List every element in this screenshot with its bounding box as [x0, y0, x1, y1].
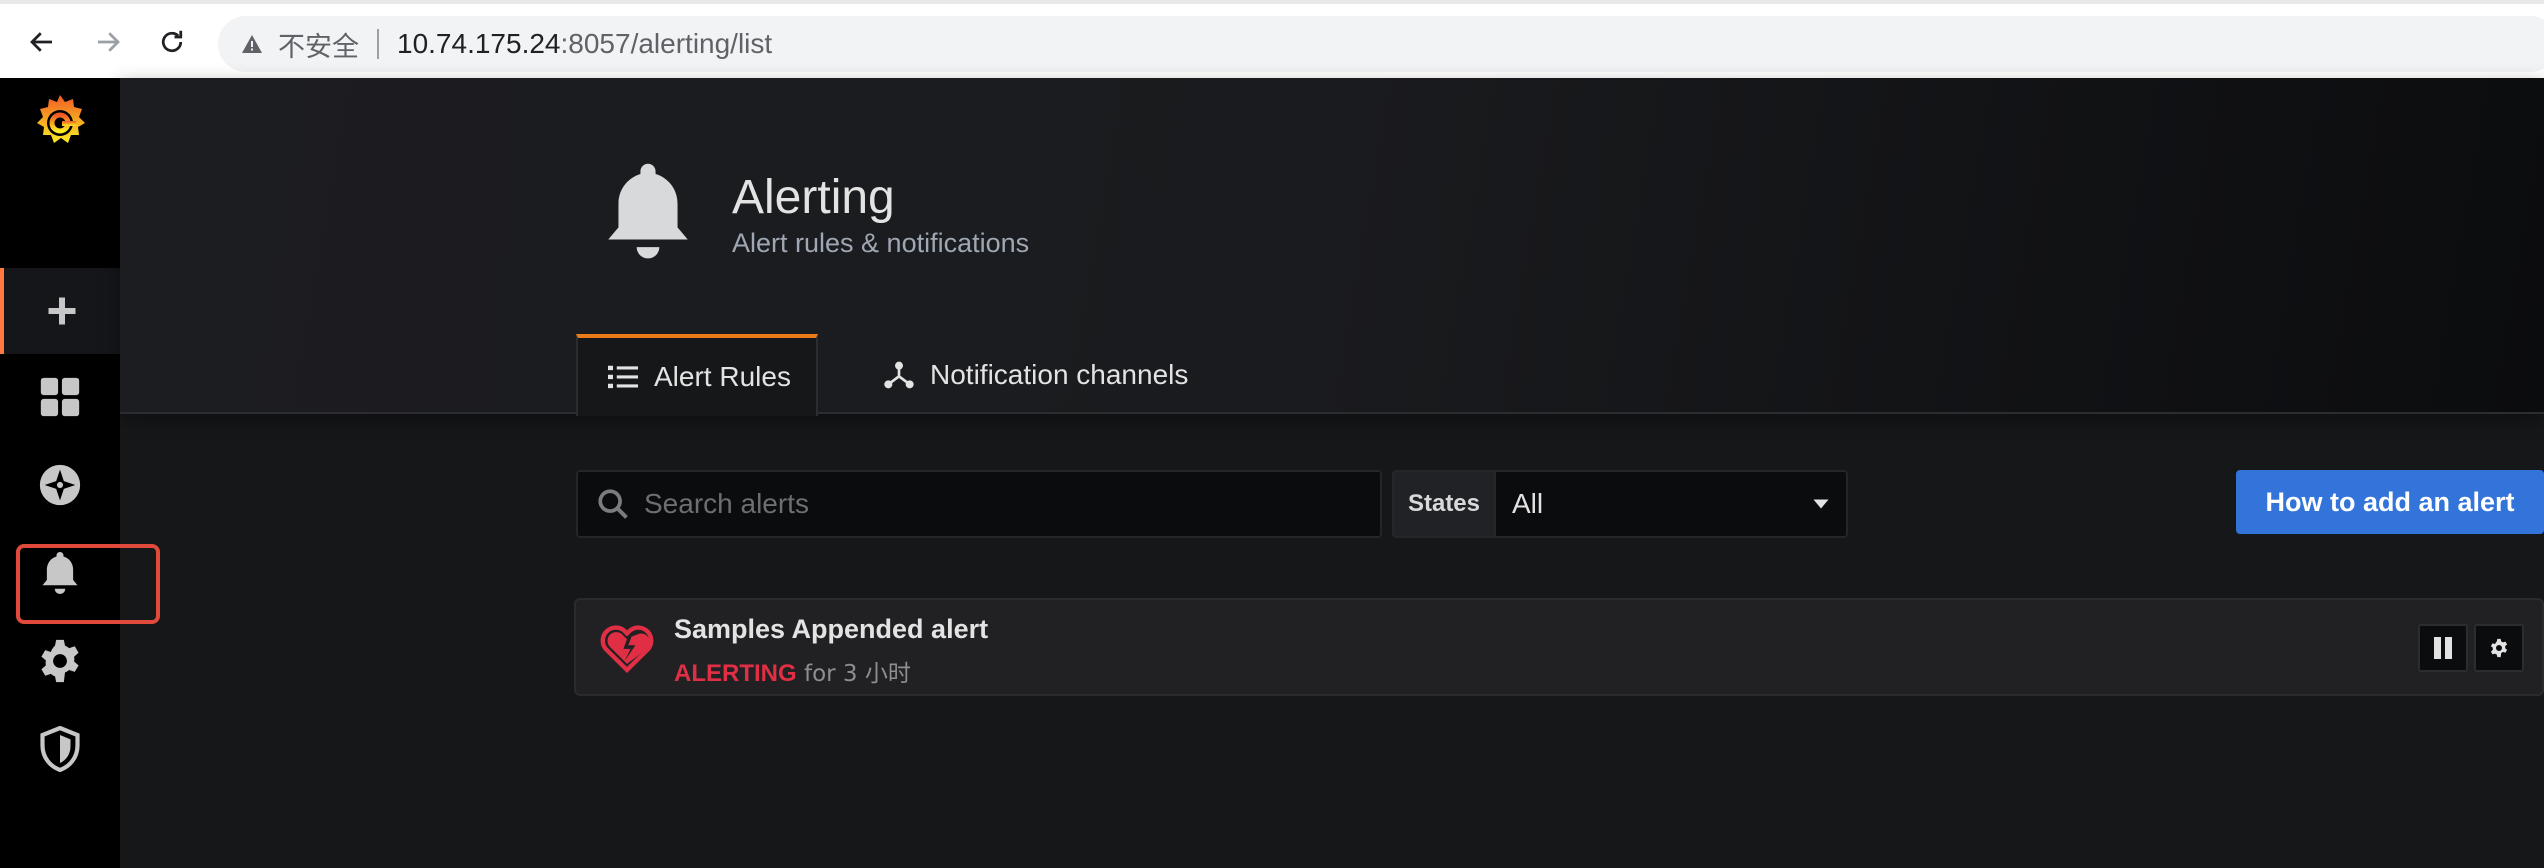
page-title: Alerting — [732, 171, 895, 224]
search-icon — [598, 489, 628, 519]
alert-list-item[interactable]: Samples Appended alert ALERTING for 3 小时 — [574, 598, 2544, 696]
back-button[interactable] — [18, 18, 66, 66]
warning-icon — [242, 35, 262, 53]
pause-icon — [2434, 637, 2452, 659]
browser-toolbar: 不安全 10.74.175.24 :8057/alerting/list — [0, 0, 2544, 78]
sidebar-item-configuration[interactable] — [0, 618, 120, 704]
broken-heart-icon — [600, 625, 654, 674]
back-arrow-icon — [30, 32, 52, 52]
alert-status-line: ALERTING for 3 小时 — [674, 654, 911, 688]
forward-arrow-icon — [98, 32, 120, 52]
search-box[interactable] — [576, 470, 1382, 538]
channels-icon — [884, 361, 914, 389]
url-host: 10.74.175.24 — [397, 28, 561, 59]
gear-icon — [2490, 638, 2508, 658]
list-icon — [608, 365, 638, 389]
tab-notification-channels[interactable]: Notification channels — [882, 334, 1262, 416]
url-path: :8057/alerting/list — [560, 28, 773, 59]
sidebar-item-dashboards[interactable] — [0, 354, 120, 440]
forward-button[interactable] — [84, 18, 132, 66]
tab-label: Notification channels — [930, 359, 1189, 390]
sidebar — [0, 78, 160, 868]
edit-alert-button[interactable] — [2474, 624, 2524, 672]
states-select[interactable]: All — [1496, 470, 1848, 538]
pause-alert-button[interactable] — [2418, 624, 2468, 672]
tab-label: Alert Rules — [654, 361, 791, 392]
sidebar-item-create[interactable] — [0, 268, 120, 354]
states-selected-value: All — [1512, 488, 1544, 519]
not-secure-label: 不安全 — [278, 31, 359, 63]
reload-button[interactable] — [148, 18, 196, 66]
sidebar-item-explore[interactable] — [0, 442, 120, 528]
alert-state-badge: ALERTING — [674, 660, 797, 687]
plus-icon — [48, 297, 76, 325]
grafana-logo-icon — [37, 95, 85, 143]
tab-alert-rules[interactable]: Alert Rules — [576, 334, 818, 416]
reload-icon — [161, 30, 183, 53]
alert-name[interactable]: Samples Appended alert — [674, 614, 988, 645]
sidebar-item-server-admin[interactable] — [0, 706, 120, 792]
chevron-down-icon — [1813, 499, 1829, 509]
page-subtitle: Alert rules & notifications — [732, 228, 1030, 258]
page-header: Alerting Alert rules & notifications Ale… — [120, 78, 2544, 416]
alert-duration: for 3 小时 — [803, 661, 911, 687]
bell-icon — [608, 163, 688, 259]
how-to-add-alert-button[interactable]: How to add an alert — [2236, 470, 2544, 534]
address-divider — [377, 29, 379, 59]
sidebar-home-logo[interactable] — [0, 78, 120, 164]
explore-compass-icon — [39, 464, 81, 506]
shield-icon — [40, 726, 80, 772]
address-bar[interactable]: 不安全 10.74.175.24 :8057/alerting/list — [218, 16, 2544, 72]
gear-icon — [41, 639, 79, 683]
search-input[interactable] — [644, 488, 1344, 520]
sidebar-alerting-highlight — [16, 544, 160, 624]
dashboards-icon — [40, 377, 80, 417]
states-label: States — [1392, 470, 1496, 538]
main-content: Alerting Alert rules & notifications Ale… — [120, 78, 2544, 868]
